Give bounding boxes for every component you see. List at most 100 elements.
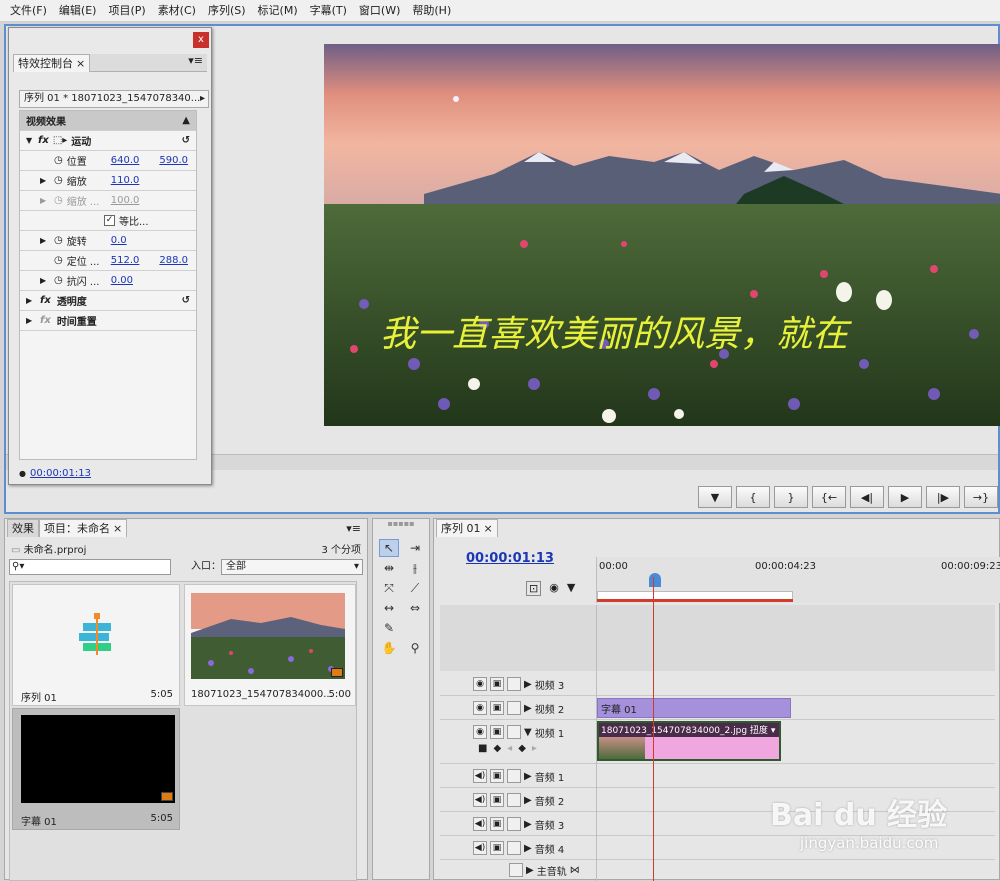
clip-image[interactable]: 18071023_154707834000_2.jpg 扭度 ▾ [597, 721, 781, 761]
track-select-tool-icon[interactable]: ⇥ [405, 539, 425, 557]
mark-out-button[interactable]: } [774, 486, 808, 508]
stopwatch-icon[interactable]: ◷ [54, 255, 63, 266]
track-master[interactable]: ▶ 主音轨 ⋈ [440, 859, 596, 881]
position-y-value[interactable]: 590.0 [159, 155, 188, 166]
film-toggle-icon[interactable]: ▣ [490, 677, 504, 691]
collapsed-triangle-icon[interactable]: ▶ [40, 196, 48, 205]
slip-tool-icon[interactable]: ↔ [379, 599, 399, 617]
effect-opacity[interactable]: ▶ fx 透明度 ↺ [20, 291, 196, 311]
add-keyframe-icon[interactable]: ◆ [518, 743, 526, 754]
prev-keyframe-icon[interactable]: ◂ [507, 743, 512, 754]
snap-icon[interactable]: ⊡ [526, 581, 542, 596]
track-audio-4[interactable]: ◀) ▣ ▶ 音频 4 [440, 837, 596, 859]
collapsed-triangle-icon[interactable]: ▶ [524, 795, 532, 806]
lock-box-icon[interactable] [507, 701, 521, 715]
film-toggle-icon[interactable]: ▣ [490, 793, 504, 807]
close-tab-icon[interactable]: × [484, 521, 493, 537]
stopwatch-icon[interactable]: ◷ [54, 155, 63, 166]
step-forward-button[interactable]: |▶ [926, 486, 960, 508]
eye-icon[interactable]: ◉ [473, 701, 487, 715]
menu-marker[interactable]: 标记(M) [252, 0, 304, 22]
eye-icon[interactable]: ◉ [473, 725, 487, 739]
next-keyframe-icon[interactable]: ▸ [532, 743, 537, 754]
collapsed-triangle-icon[interactable]: ▶ [40, 276, 48, 285]
film-toggle-icon[interactable]: ▣ [490, 725, 504, 739]
collapsed-triangle-icon[interactable]: ▶ [40, 236, 48, 245]
antiflicker-value[interactable]: 0.00 [111, 275, 133, 286]
marker-icon[interactable]: ▼ [567, 581, 575, 596]
ripple-edit-tool-icon[interactable]: ⇹ [379, 559, 399, 577]
anchor-x-value[interactable]: 512.0 [111, 255, 140, 266]
collapsed-triangle-icon[interactable]: ▶ [26, 316, 34, 325]
transform-box-icon[interactable]: ⬚▸ [53, 135, 67, 146]
eye-icon[interactable]: ◉ [473, 677, 487, 691]
add-marker-button[interactable]: ▼ [698, 486, 732, 508]
menu-clip[interactable]: 素材(C) [152, 0, 202, 22]
tab-effect-controls[interactable]: 特效控制台 × [13, 54, 91, 72]
speaker-icon[interactable]: ◀) [473, 817, 487, 831]
collapsed-triangle-icon[interactable]: ▶ [524, 771, 532, 782]
tab-sequence[interactable]: 序列 01 × [436, 519, 498, 537]
collapsed-triangle-icon[interactable]: ▶ [40, 176, 48, 185]
tab-effects[interactable]: 效果 [7, 519, 39, 537]
menu-window[interactable]: 窗口(W) [353, 0, 406, 22]
lock-box-icon[interactable] [509, 863, 523, 877]
stopwatch-icon[interactable]: ◷ [54, 275, 63, 286]
lock-box-icon[interactable] [507, 677, 521, 691]
entry-select[interactable]: 全部 ▾ [221, 559, 363, 575]
go-to-in-button[interactable]: {← [812, 486, 846, 508]
close-icon[interactable]: x [193, 32, 209, 48]
close-tab-icon[interactable]: × [76, 56, 85, 72]
uniform-scale-checkbox[interactable]: ✓ [104, 215, 115, 226]
tab-project[interactable]: 项目：未命名 × [39, 519, 128, 537]
project-item-title[interactable]: 字幕 01 5:05 [12, 708, 180, 830]
anchor-y-value[interactable]: 288.0 [159, 255, 188, 266]
playhead-handle[interactable] [649, 573, 661, 587]
fx-timecode[interactable]: 00:00:01:13 [30, 468, 91, 479]
selection-tool-icon[interactable]: ↖ [379, 539, 399, 557]
expanded-triangle-icon[interactable]: ▼ [26, 136, 34, 145]
film-toggle-icon[interactable]: ▣ [490, 817, 504, 831]
clip-title-01[interactable]: 字幕 01 [597, 698, 791, 718]
expanded-triangle-icon[interactable]: ▼ [524, 727, 532, 738]
hand-tool-icon[interactable]: ✋ [379, 639, 399, 657]
stopwatch-icon[interactable]: ◷ [54, 175, 63, 186]
timeline-timecode[interactable]: 00:00:01:13 [466, 551, 554, 566]
film-toggle-icon[interactable]: ▣ [490, 701, 504, 715]
collapsed-triangle-icon[interactable]: ▶ [524, 679, 532, 690]
mark-in-button[interactable]: { [736, 486, 770, 508]
display-style-icon[interactable]: ■ [478, 743, 487, 754]
scale-value[interactable]: 110.0 [111, 175, 140, 186]
track-video-3[interactable]: ◉ ▣ ▶ 视频 3 [440, 673, 596, 695]
razor-tool-icon[interactable]: ⟋ [405, 579, 425, 597]
speaker-icon[interactable]: ◀) [473, 841, 487, 855]
video-preview[interactable]: 我一直喜欢美丽的风景，就在 [324, 44, 1000, 426]
menu-help[interactable]: 帮助(H) [406, 0, 457, 22]
track-video-2[interactable]: ◉ ▣ ▶ 视频 2 [440, 697, 596, 719]
zoom-tool-icon[interactable]: ⚲ [405, 639, 425, 657]
collapsed-triangle-icon[interactable]: ▶ [526, 865, 534, 876]
reset-icon[interactable]: ↺ [182, 295, 190, 306]
track-audio-1[interactable]: ◀) ▣ ▶ 音频 1 [440, 765, 596, 787]
menu-title[interactable]: 字幕(T) [304, 0, 353, 22]
position-x-value[interactable]: 640.0 [111, 155, 140, 166]
chevron-down-icon[interactable]: ▾ [771, 726, 776, 736]
track-audio-2[interactable]: ◀) ▣ ▶ 音频 2 [440, 789, 596, 811]
sequence-selector[interactable]: 序列 01 * 18071023_1547078340... ▸ [19, 90, 209, 108]
rate-stretch-tool-icon[interactable]: ⤧ [379, 579, 399, 597]
film-toggle-icon[interactable]: ▣ [490, 841, 504, 855]
menu-project[interactable]: 项目(P) [102, 0, 151, 22]
speaker-icon[interactable]: ◀) [473, 769, 487, 783]
speaker-icon[interactable]: ◀) [473, 793, 487, 807]
effect-motion[interactable]: ▼ fx ⬚▸ 运动 ↺ [20, 131, 196, 151]
lock-box-icon[interactable] [507, 793, 521, 807]
step-back-button[interactable]: ◀| [850, 486, 884, 508]
keyframe-marker-icon[interactable]: ◉ [549, 581, 559, 596]
close-tab-icon[interactable]: × [113, 521, 122, 537]
film-toggle-icon[interactable]: ▣ [490, 769, 504, 783]
track-audio-3[interactable]: ◀) ▣ ▶ 音频 3 [440, 813, 596, 835]
slide-tool-icon[interactable]: ⇔ [405, 599, 425, 617]
track-video-1[interactable]: ◉ ▣ ▼ 视频 1 [440, 721, 596, 743]
menu-file[interactable]: 文件(F) [4, 0, 53, 22]
collapsed-triangle-icon[interactable]: ▶ [26, 296, 34, 305]
